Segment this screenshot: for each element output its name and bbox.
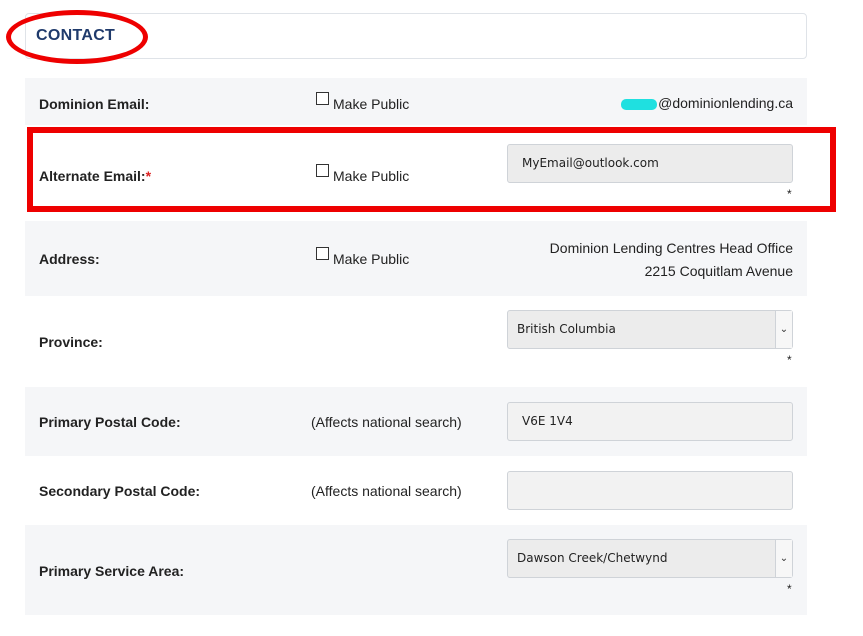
primary-service-area-select[interactable]: Dawson Creek/Chetwynd ⌄ [507, 539, 793, 578]
chevron-down-icon[interactable]: ⌄ [775, 311, 792, 348]
required-star: * [787, 582, 792, 596]
primary-postal-row: Primary Postal Code: (Affects national s… [25, 387, 807, 456]
primary-service-area-label: Primary Service Area: [39, 563, 185, 579]
dominion-email-make-public[interactable]: Make Public [316, 92, 410, 112]
province-label: Province: [39, 334, 103, 350]
address-row: Address: Make Public Dominion Lending Ce… [25, 221, 807, 296]
make-public-label: Make Public [333, 251, 410, 267]
dominion-email-label: Dominion Email: [39, 96, 150, 112]
dominion-email-row: Dominion Email: Make Public @dominionlen… [25, 78, 807, 125]
redacted-text [621, 98, 658, 110]
service-area-selected-value: Dawson Creek/Chetwynd [517, 551, 668, 565]
checkbox-icon[interactable] [316, 247, 329, 260]
province-row: Province: British Columbia ⌄ * [25, 296, 807, 387]
primary-postal-note: (Affects national search) [311, 414, 462, 430]
address-make-public[interactable]: Make Public [316, 247, 410, 267]
required-star: * [787, 353, 792, 367]
secondary-postal-row: Secondary Postal Code: (Affects national… [25, 456, 807, 525]
secondary-postal-note: (Affects national search) [311, 483, 462, 499]
address-line2: 2215 Coquitlam Avenue [644, 263, 793, 279]
annotation-ellipse [6, 10, 148, 64]
dominion-email-value: @dominionlending.ca [621, 95, 793, 111]
address-line1: Dominion Lending Centres Head Office [549, 240, 793, 256]
address-label: Address: [39, 251, 100, 267]
primary-postal-input[interactable]: V6E 1V4 [507, 402, 793, 441]
secondary-postal-label: Secondary Postal Code: [39, 483, 201, 499]
make-public-label: Make Public [333, 96, 410, 112]
province-select[interactable]: British Columbia ⌄ [507, 310, 793, 349]
primary-postal-label: Primary Postal Code: [39, 414, 181, 430]
secondary-postal-input[interactable] [507, 471, 793, 510]
primary-service-area-row: Primary Service Area: Dawson Creek/Chetw… [25, 525, 807, 615]
checkbox-icon[interactable] [316, 92, 329, 105]
annotation-rectangle [27, 127, 836, 212]
province-selected-value: British Columbia [517, 322, 616, 336]
chevron-down-icon[interactable]: ⌄ [775, 540, 792, 577]
